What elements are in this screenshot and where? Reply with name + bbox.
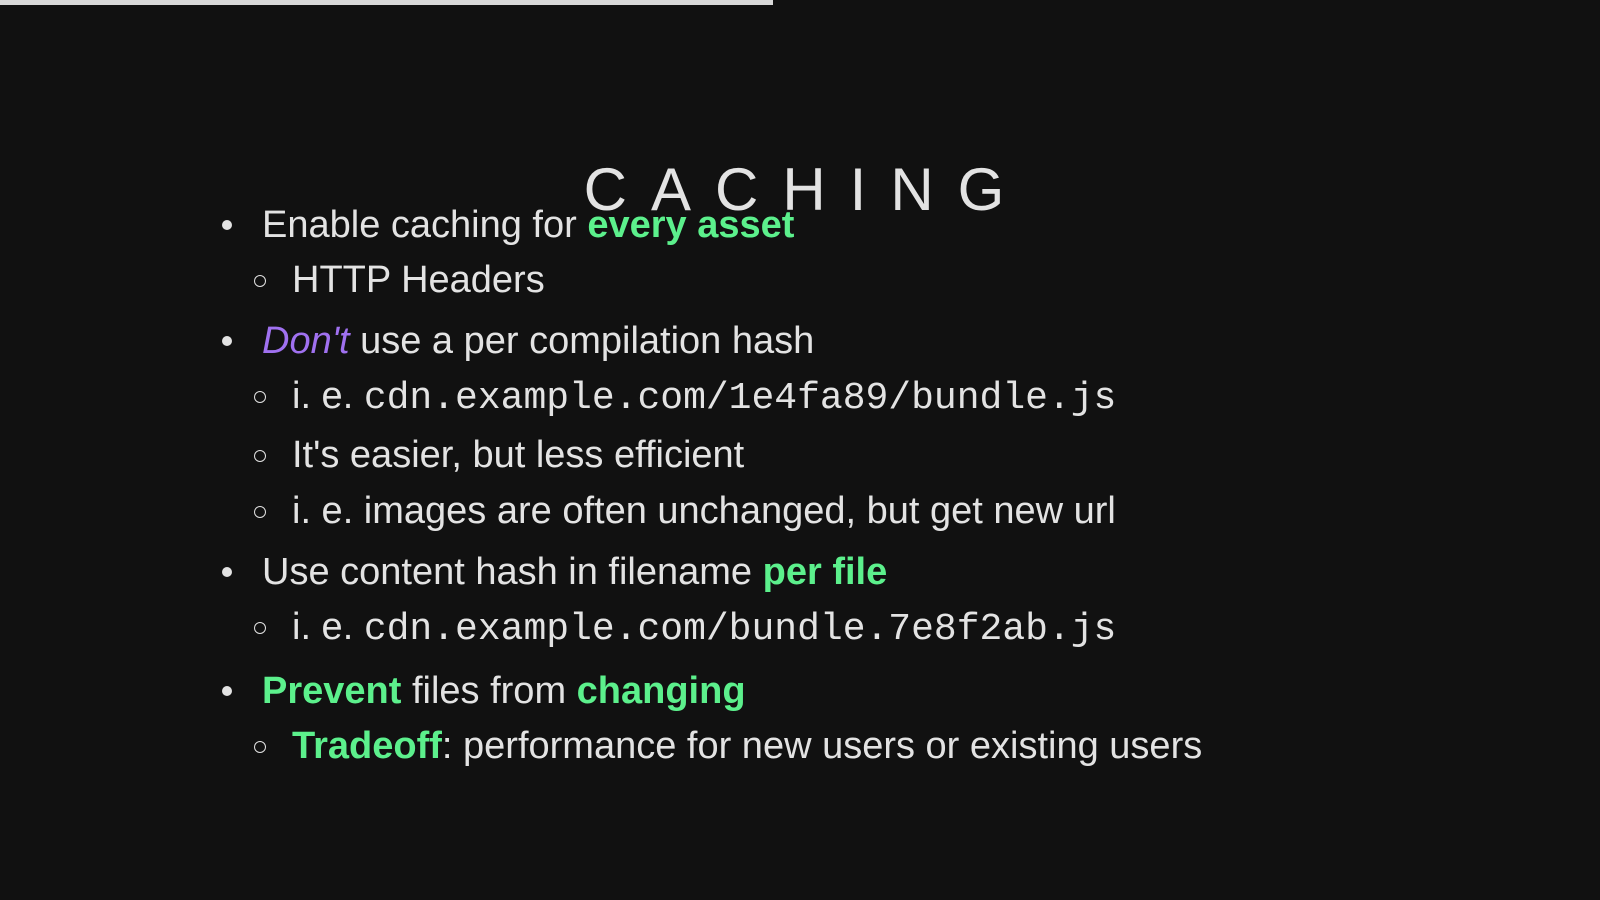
- sub-bullet-list: i. e. cdn.example.com/bundle.7e8f2ab.js: [253, 599, 1202, 658]
- bullet-text: files from: [401, 670, 577, 712]
- sub-bullet-item: i. e. cdn.example.com/1e4fa89/bundle.js: [253, 368, 1202, 427]
- sub-bullet-item: HTTP Headers: [253, 252, 1202, 308]
- emphasis-text: every asset: [587, 204, 795, 246]
- sub-bullet-text: : performance for new users or existing …: [441, 725, 1203, 767]
- emphasis-text: Don't: [262, 320, 350, 362]
- sub-bullet-text: It's easier, but less efficient: [292, 434, 745, 476]
- bullet-text: Use content hash in filename: [262, 551, 763, 593]
- sub-bullet-list: HTTP Headers: [253, 252, 1202, 308]
- sub-bullet-prefix: i. e.: [292, 375, 364, 417]
- emphasis-text: Prevent: [262, 670, 402, 712]
- emphasis-text: per file: [762, 551, 888, 593]
- code-url: cdn.example.com/1e4fa89/bundle.js: [363, 377, 1117, 420]
- sub-bullet-list: Tradeoff: performance for new users or e…: [253, 718, 1203, 774]
- sub-bullet-text: i. e. images are often unchanged, but ge…: [292, 490, 1116, 532]
- code-url: cdn.example.com/bundle.7e8f2ab.js: [363, 608, 1117, 651]
- bullet-text: Enable caching for: [262, 204, 588, 246]
- slide: CACHING Enable caching for every asset H…: [0, 0, 1600, 900]
- bullet-item-content-hash: Use content hash in filename per file i.…: [222, 545, 1202, 658]
- sub-bullet-text: HTTP Headers: [292, 259, 545, 301]
- sub-bullet-list: i. e. cdn.example.com/1e4fa89/bundle.js …: [253, 368, 1202, 539]
- bullet-text: use a per compilation hash: [349, 320, 815, 362]
- emphasis-text: changing: [576, 670, 746, 712]
- sub-bullet-item: i. e. cdn.example.com/bundle.7e8f2ab.js: [253, 599, 1202, 658]
- sub-bullet-item: It's easier, but less efficient: [253, 427, 1202, 483]
- emphasis-text: Tradeoff: [292, 725, 442, 767]
- bullet-list: Enable caching for every asset HTTP Head…: [222, 198, 1202, 774]
- sub-bullet-prefix: i. e.: [292, 606, 364, 648]
- bullet-item-compilation-hash: Don't use a per compilation hash i. e. c…: [222, 314, 1202, 539]
- sub-bullet-item: Tradeoff: performance for new users or e…: [253, 718, 1203, 774]
- sub-bullet-item: i. e. images are often unchanged, but ge…: [253, 483, 1202, 539]
- bullet-item-caching: Enable caching for every asset HTTP Head…: [222, 198, 1202, 308]
- bullet-item-prevent-changing: Prevent files from changing Tradeoff: pe…: [222, 664, 1202, 774]
